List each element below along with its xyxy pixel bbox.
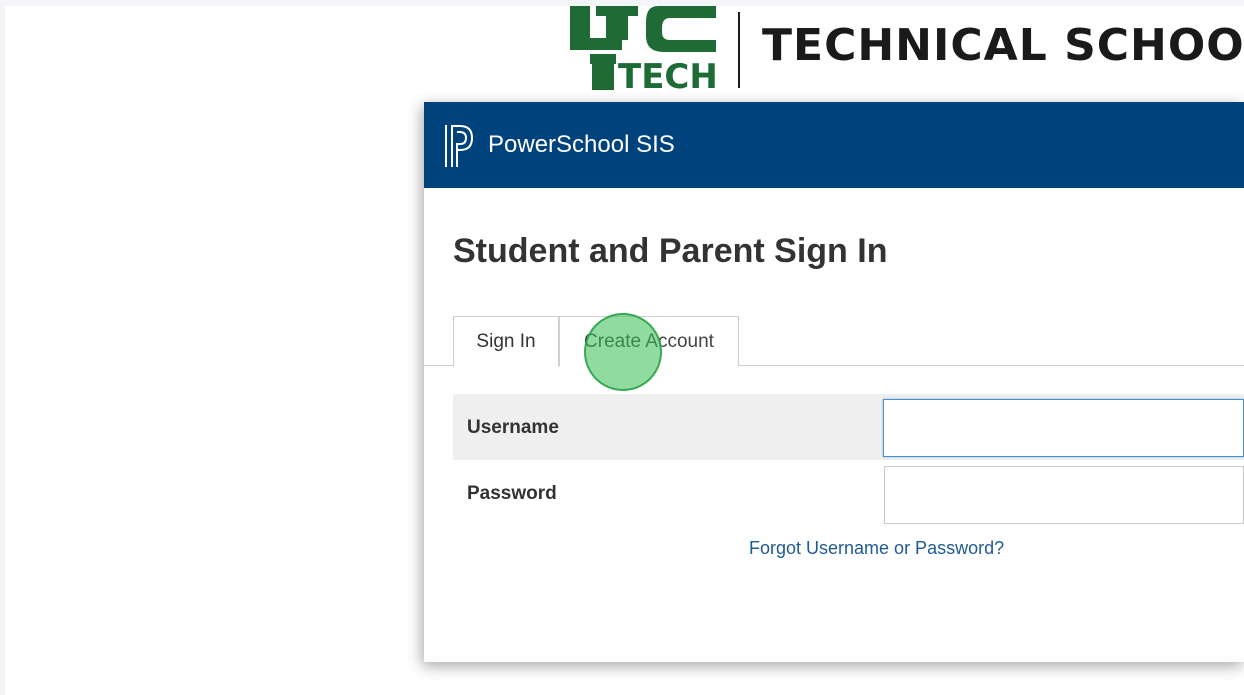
password-field[interactable] xyxy=(884,466,1244,524)
logo-divider xyxy=(738,12,740,88)
forgot-credentials-link[interactable]: Forgot Username or Password? xyxy=(749,538,1004,559)
powerschool-logo-icon xyxy=(445,125,474,167)
app-brand-name: PowerSchool SIS xyxy=(488,131,675,158)
ltc-tech-logo-icon: TECH xyxy=(570,6,718,90)
tab-create-account[interactable]: Create Account xyxy=(559,316,739,366)
page-title: Student and Parent Sign In xyxy=(453,232,888,270)
logo-mark-text: TECH xyxy=(618,57,718,90)
tab-sign-in[interactable]: Sign In xyxy=(453,316,559,367)
username-field[interactable] xyxy=(883,399,1244,457)
username-label: Username xyxy=(467,417,559,438)
school-logo: TECH TECHNICAL SCHOOL xyxy=(566,6,1244,90)
password-label: Password xyxy=(467,483,557,504)
signin-card: PowerSchool SIS Student and Parent Sign … xyxy=(424,102,1244,662)
app-header: PowerSchool SIS xyxy=(424,102,1244,188)
school-name: TECHNICAL SCHOOL xyxy=(762,20,1244,71)
